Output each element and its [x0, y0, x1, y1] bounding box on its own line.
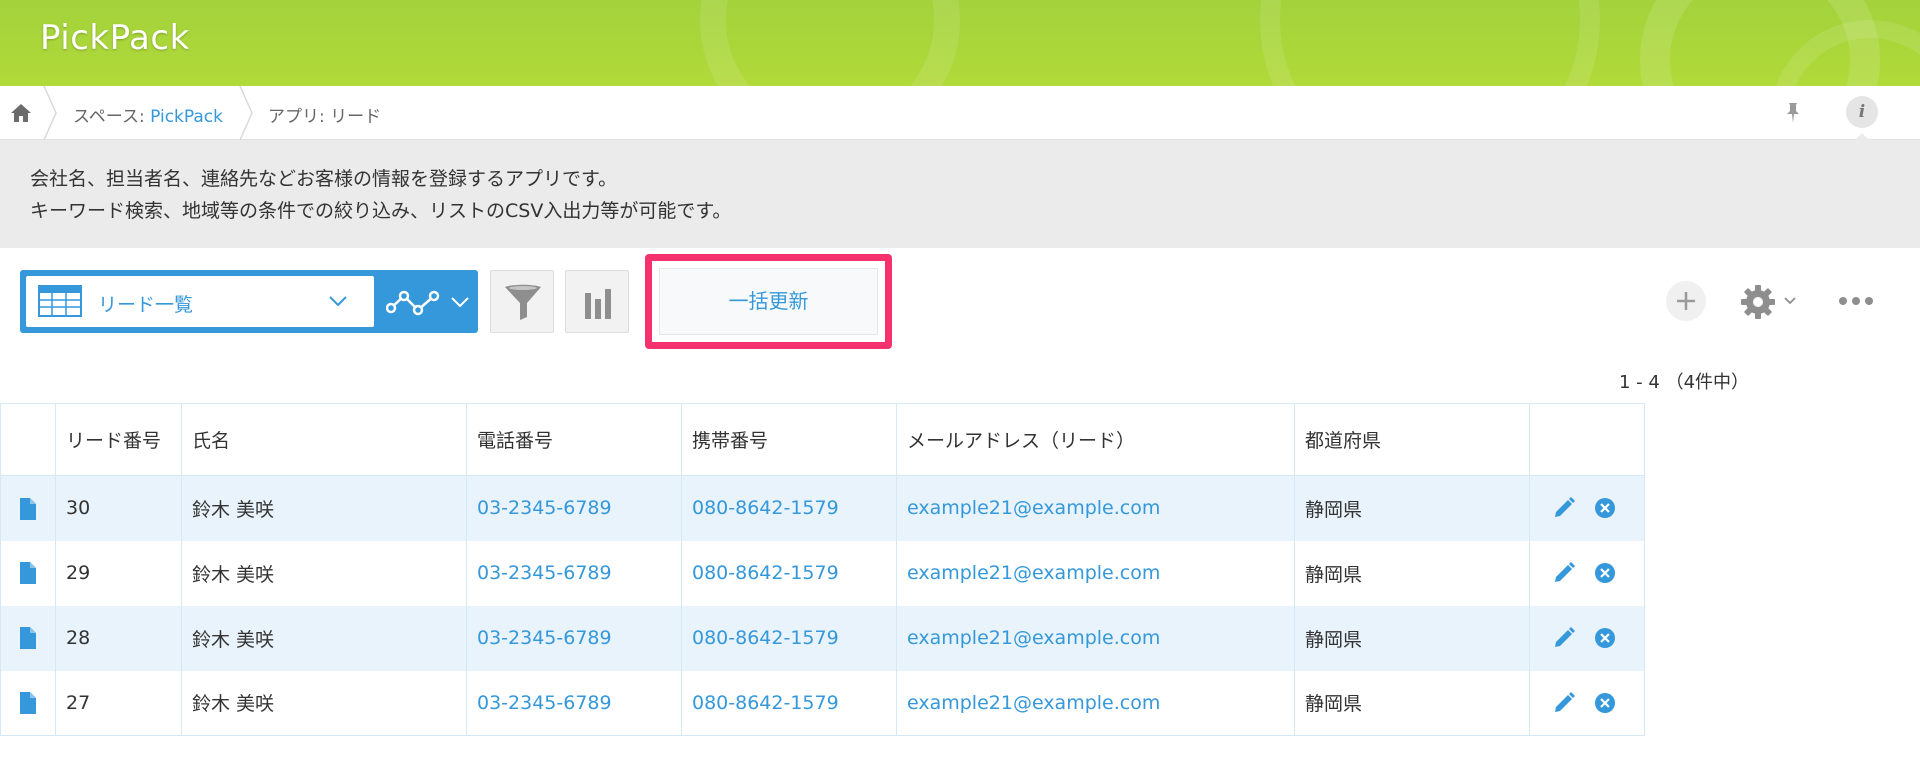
table-row: 27 鈴木 美咲 03-2345-6789 080-8642-1579 exam…: [0, 670, 1645, 736]
home-icon[interactable]: [8, 100, 34, 126]
breadcrumb: スペース: PickPack アプリ: リード i: [0, 86, 1920, 141]
detail-cell: [0, 540, 56, 606]
view-name: リード一覧: [98, 294, 194, 316]
breadcrumb-space: スペース: PickPack: [73, 102, 223, 127]
mobile-link[interactable]: 080-8642-1579: [681, 540, 897, 606]
email-link[interactable]: example21@example.com: [896, 540, 1295, 606]
app-description: 会社名、担当者名、連絡先などお客様の情報を登録するアプリです。 キーワード検索、…: [0, 140, 1920, 248]
info-icon[interactable]: i: [1846, 96, 1878, 128]
breadcrumb-separator: [239, 86, 253, 140]
pencil-icon[interactable]: [1552, 626, 1576, 650]
email-link[interactable]: example21@example.com: [896, 670, 1295, 736]
lead-name: 鈴木 美咲: [181, 670, 467, 736]
pin-icon[interactable]: [1780, 100, 1806, 126]
table-header-row: リード番号 氏名 電話番号 携帯番号 メールアドレス（リード） 都道府県: [0, 403, 1645, 476]
row-actions: [1529, 540, 1645, 606]
chevron-down-icon: [451, 297, 469, 308]
breadcrumb-separator: [43, 86, 57, 140]
records-table: リード番号 氏名 電話番号 携帯番号 メールアドレス（リード） 都道府県 30 …: [0, 403, 1645, 736]
add-record-button[interactable]: [1666, 281, 1706, 321]
close-circle-icon[interactable]: [1594, 497, 1616, 519]
close-circle-icon[interactable]: [1594, 627, 1616, 649]
close-circle-icon[interactable]: [1594, 692, 1616, 714]
pencil-icon[interactable]: [1552, 496, 1576, 520]
detail-cell: [0, 670, 56, 736]
description-line-2: キーワード検索、地域等の条件での絞り込み、リストのCSV入出力等が可能です。: [30, 200, 732, 222]
email-link[interactable]: example21@example.com: [896, 605, 1295, 671]
prefecture: 静岡県: [1294, 475, 1530, 541]
lead-number: 27: [55, 670, 182, 736]
bar-chart-icon: [585, 289, 611, 319]
header-detail: [0, 403, 56, 476]
view-selector: リード一覧: [20, 270, 478, 333]
document-icon[interactable]: [20, 562, 36, 585]
more-icon: [1839, 297, 1873, 305]
lead-name: 鈴木 美咲: [181, 475, 467, 541]
lead-name: 鈴木 美咲: [181, 605, 467, 671]
table-row: 29 鈴木 美咲 03-2345-6789 080-8642-1579 exam…: [0, 540, 1645, 606]
mobile-link[interactable]: 080-8642-1579: [681, 670, 897, 736]
breadcrumb-space-link[interactable]: PickPack: [150, 107, 223, 127]
breadcrumb-app: アプリ: リード: [268, 107, 382, 127]
pencil-icon[interactable]: [1552, 561, 1576, 585]
plus-icon: [1677, 292, 1695, 310]
filter-icon: [505, 284, 541, 320]
lead-number: 30: [55, 475, 182, 541]
settings-button[interactable]: [1740, 282, 1798, 320]
graph-icon: [386, 290, 440, 316]
column-header[interactable]: メールアドレス（リード）: [896, 403, 1295, 476]
chart-button[interactable]: [565, 270, 629, 333]
phone-link[interactable]: 03-2345-6789: [466, 605, 682, 671]
document-icon[interactable]: [20, 497, 36, 520]
phone-link[interactable]: 03-2345-6789: [466, 475, 682, 541]
mobile-link[interactable]: 080-8642-1579: [681, 605, 897, 671]
chevron-down-icon: [329, 296, 347, 307]
mobile-link[interactable]: 080-8642-1579: [681, 475, 897, 541]
phone-link[interactable]: 03-2345-6789: [466, 540, 682, 606]
filter-button[interactable]: [490, 270, 554, 333]
header-actions: [1529, 403, 1645, 476]
detail-cell: [0, 605, 56, 671]
more-button[interactable]: [1838, 290, 1874, 312]
app-title: PickPack: [40, 18, 190, 58]
row-actions: [1529, 670, 1645, 736]
pagination-info: 1 - 4 （4件中）: [1619, 372, 1750, 393]
gear-icon: [1741, 285, 1775, 319]
header-decoration: [1260, 0, 1600, 86]
app-header: PickPack: [0, 0, 1920, 86]
document-icon[interactable]: [20, 692, 36, 714]
table-row: 28 鈴木 美咲 03-2345-6789 080-8642-1579 exam…: [0, 605, 1645, 671]
description-line-1: 会社名、担当者名、連絡先などお客様の情報を登録するアプリです。: [30, 168, 618, 190]
column-header[interactable]: 都道府県: [1294, 403, 1530, 476]
email-link[interactable]: example21@example.com: [896, 475, 1295, 541]
column-header[interactable]: 携帯番号: [681, 403, 897, 476]
pencil-icon[interactable]: [1552, 691, 1576, 715]
prefecture: 静岡県: [1294, 540, 1530, 606]
lead-number: 29: [55, 540, 182, 606]
lead-number: 28: [55, 605, 182, 671]
column-header[interactable]: 氏名: [181, 403, 467, 476]
table-view-icon: [38, 285, 82, 317]
prefecture: 静岡県: [1294, 670, 1530, 736]
document-icon[interactable]: [20, 627, 36, 650]
chevron-down-icon: [1784, 297, 1796, 305]
row-actions: [1529, 475, 1645, 541]
close-circle-icon[interactable]: [1594, 562, 1616, 584]
view-dropdown[interactable]: リード一覧: [26, 276, 374, 327]
detail-cell: [0, 475, 56, 541]
table-row: 30 鈴木 美咲 03-2345-6789 080-8642-1579 exam…: [0, 475, 1645, 541]
lead-name: 鈴木 美咲: [181, 540, 467, 606]
phone-link[interactable]: 03-2345-6789: [466, 670, 682, 736]
column-header[interactable]: 電話番号: [466, 403, 682, 476]
row-actions: [1529, 605, 1645, 671]
column-header[interactable]: リード番号: [55, 403, 182, 476]
breadcrumb-space-prefix: スペース:: [73, 107, 151, 127]
prefecture: 静岡県: [1294, 605, 1530, 671]
graph-menu-button[interactable]: [374, 270, 478, 333]
header-decoration: [700, 0, 960, 86]
bulk-update-button[interactable]: 一括更新: [659, 268, 878, 335]
